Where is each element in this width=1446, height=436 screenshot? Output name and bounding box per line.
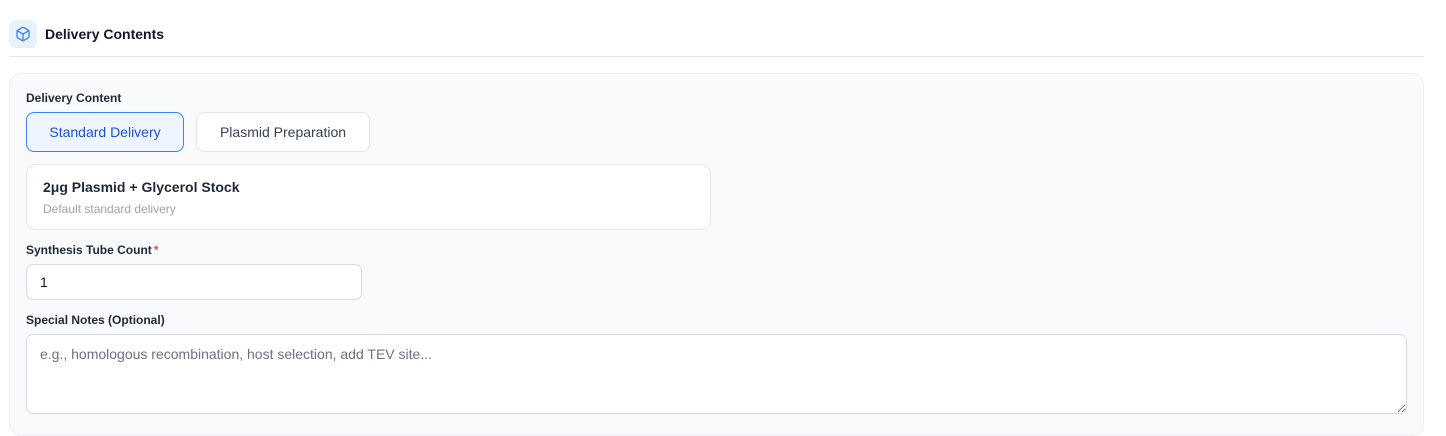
special-notes-textarea[interactable] [26,334,1407,414]
selected-delivery-subtitle: Default standard delivery [43,202,176,216]
special-notes-label: Special Notes (Optional) [26,313,165,327]
standard-delivery-option[interactable]: Standard Delivery [26,112,184,152]
delivery-content-label: Delivery Content [26,91,122,105]
tube-count-input[interactable] [26,264,362,300]
delivery-card: Delivery Content Standard Delivery Plasm… [9,73,1424,436]
required-mark: * [153,243,159,257]
selected-delivery-title: 2μg Plasmid + Glycerol Stock [43,179,240,195]
selected-delivery-info: 2μg Plasmid + Glycerol Stock Default sta… [26,164,711,230]
plasmid-preparation-option[interactable]: Plasmid Preparation [196,112,370,152]
section-header: Delivery Contents [9,20,1424,57]
package-icon [9,20,37,48]
tube-count-label: Synthesis Tube Count * [26,243,158,257]
tube-count-label-text: Synthesis Tube Count [26,243,152,257]
section-title: Delivery Contents [45,26,165,42]
